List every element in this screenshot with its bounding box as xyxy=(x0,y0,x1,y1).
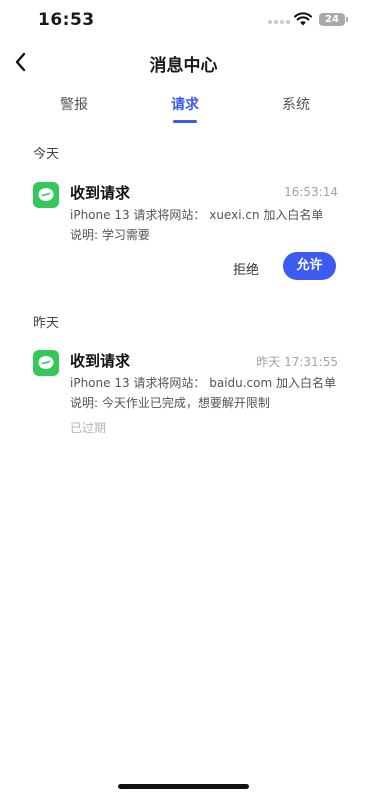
section-label-yesterday: 昨天 xyxy=(33,316,60,331)
request-description: iPhone 13 请求将网站： baidu.com 加入白名单 xyxy=(70,376,337,390)
request-note: 说明: 学习需要 xyxy=(70,228,150,242)
chat-bubble-icon xyxy=(33,182,59,208)
expired-status: 已过期 xyxy=(70,421,107,435)
chat-bubble-icon xyxy=(33,350,59,376)
request-description: iPhone 13 请求将网站： xuexi.cn 加入白名单 xyxy=(70,208,324,222)
active-tab-indicator xyxy=(173,120,197,123)
card-title: 收到请求 xyxy=(70,184,131,202)
section-label-today: 今天 xyxy=(33,147,60,162)
tab-system[interactable]: 系统 xyxy=(256,94,336,114)
status-bar: 16:53 24 xyxy=(0,0,367,44)
request-note: 说明: 今天作业已完成，想要解开限制 xyxy=(70,396,270,410)
page-title: 消息中心 xyxy=(149,56,218,76)
card-timestamp: 16:53:14 xyxy=(284,185,338,199)
nav-bar: 消息中心 xyxy=(0,44,367,80)
reject-button[interactable]: 拒绝 xyxy=(229,259,263,278)
request-card: 收到请求 16:53:14 iPhone 13 请求将网站： xuexi.cn … xyxy=(33,182,338,282)
tab-alerts[interactable]: 警报 xyxy=(34,94,114,114)
status-time: 16:53 xyxy=(38,10,95,30)
request-card: 收到请求 昨天 17:31:55 iPhone 13 请求将网站： baidu.… xyxy=(33,350,338,440)
cellular-signal-icon xyxy=(268,20,290,24)
battery-icon: 24 xyxy=(319,13,348,26)
wifi-icon xyxy=(294,12,312,26)
tab-bar: 警报 请求 系统 xyxy=(0,88,367,128)
home-indicator[interactable] xyxy=(118,784,249,789)
card-timestamp: 昨天 17:31:55 xyxy=(256,355,338,369)
card-title: 收到请求 xyxy=(70,352,131,370)
allow-button[interactable]: 允许 xyxy=(283,252,336,280)
tab-requests[interactable]: 请求 xyxy=(145,94,225,114)
